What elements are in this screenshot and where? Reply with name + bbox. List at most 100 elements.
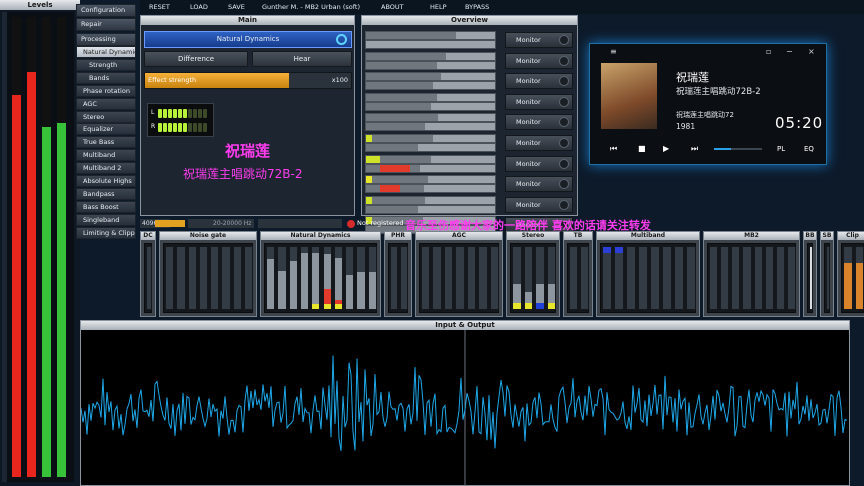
module-grid (144, 243, 152, 313)
effect-strength-label: Effect strength (148, 76, 197, 84)
volume-slider[interactable] (714, 148, 762, 150)
module-panel-10[interactable]: SB (820, 231, 834, 317)
menu-load[interactable]: LOAD (190, 0, 208, 14)
nav-item-10[interactable]: Absolute Highs (76, 175, 136, 187)
overview-meter-fill (366, 135, 434, 142)
mini-icon[interactable]: ▫ (766, 47, 771, 56)
nav-processing[interactable]: Processing (76, 33, 136, 46)
module-band (210, 246, 220, 310)
levels-scale (2, 12, 7, 482)
nav-item-8[interactable]: Multiband (76, 149, 136, 162)
monitor-button[interactable]: Monitor (505, 52, 573, 69)
module-band (277, 246, 287, 310)
module-band (686, 246, 696, 310)
monitor-button[interactable]: Monitor (505, 32, 573, 48)
nav-item-7[interactable]: True Bass (76, 136, 136, 149)
module-band (650, 246, 660, 310)
menu-save[interactable]: SAVE (228, 0, 245, 14)
module-panel-11[interactable]: Clip (837, 231, 864, 317)
nav-item-1[interactable]: Strength (76, 58, 136, 71)
module-panel-4[interactable]: AGC (415, 231, 503, 317)
status-meter (258, 219, 342, 228)
module-panel-1[interactable]: Noise gate (159, 231, 257, 317)
nav-item-13[interactable]: Singleband (76, 213, 136, 226)
nav-item-9[interactable]: Multiband 2 (76, 162, 136, 175)
menu-preset-name[interactable]: Gunther M. - MB2 Urban (soft) (262, 0, 360, 14)
eq-button[interactable]: EQ (804, 145, 814, 153)
module-panel-2[interactable]: Natural Dynamics (260, 231, 381, 317)
player-subtitle: 祝瑞莲主唱跳动72B-2 (676, 87, 761, 97)
monitor-button[interactable]: Monitor (505, 114, 573, 131)
overview-meter-fill (366, 176, 428, 184)
nav-item-14[interactable]: Limiting & Clipping (76, 226, 136, 239)
nav-item-12[interactable]: Bass Boost (76, 200, 136, 213)
minimize-icon[interactable]: − (786, 47, 793, 56)
menu-help[interactable]: HELP (430, 0, 447, 14)
preset-button[interactable]: Natural Dynamics (144, 31, 352, 48)
menu-bypass[interactable]: BYPASS (465, 0, 489, 14)
module-panel-6[interactable]: TB (563, 231, 593, 317)
monitor-button[interactable]: Monitor (505, 155, 573, 172)
levels-title: Levels (0, 0, 80, 10)
module-panel-8[interactable]: MB2 (703, 231, 800, 317)
close-icon[interactable]: × (808, 47, 815, 56)
module-panel-5[interactable]: Stereo (506, 231, 560, 317)
module-panel-3[interactable]: PHR (384, 231, 412, 317)
nav-item-5[interactable]: Stereo (76, 110, 136, 123)
module-grid (600, 243, 696, 313)
overview-meter (365, 134, 496, 143)
module-panel-9[interactable]: BB (803, 231, 817, 317)
stop-icon[interactable]: ■ (638, 144, 646, 153)
monitor-button[interactable]: Monitor (505, 135, 573, 151)
monitor-button[interactable]: Monitor (505, 73, 573, 90)
module-band (580, 246, 589, 310)
monitor-button[interactable]: Monitor (505, 196, 573, 213)
module-band (299, 246, 310, 310)
led (158, 109, 162, 118)
menu-about[interactable]: ABOUT (381, 0, 404, 14)
led (183, 123, 187, 132)
nav-repair[interactable]: Repair (76, 18, 136, 31)
nav-item-11[interactable]: Bandpass (76, 187, 136, 200)
module-band-fill (289, 260, 297, 309)
nav-item-3[interactable]: Phase rotation (76, 84, 136, 97)
menu-icon[interactable]: ≡ (610, 47, 617, 56)
pl-button[interactable]: PL (777, 145, 785, 153)
overview-meter (365, 60, 496, 70)
module-band (333, 246, 344, 310)
next-icon[interactable]: ⏭ (691, 144, 698, 154)
menu-bar (140, 0, 864, 14)
media-player: ≡ ▫ − × 祝瑞莲 祝瑞莲主唱跳动72B-2 祝瑞莲主唱跳动72 1981 … (589, 43, 827, 165)
overview-meter-fill (366, 144, 418, 151)
prev-icon[interactable]: ⏮ (610, 144, 617, 154)
module-band (731, 246, 741, 310)
module-band (198, 246, 208, 310)
difference-button[interactable]: Difference (144, 51, 248, 67)
module-band-top (615, 247, 623, 254)
nav-item-4[interactable]: AGC (76, 97, 136, 110)
module-band (165, 246, 175, 310)
nav-configuration[interactable]: Configuration (76, 4, 136, 17)
level-bar-1 (12, 17, 21, 477)
module-panel-7[interactable]: Multiband (596, 231, 700, 317)
led (188, 109, 192, 118)
menu-reset[interactable]: RESET (149, 0, 170, 14)
module-band (266, 246, 276, 310)
monitor-button[interactable]: Monitor (505, 176, 573, 193)
effect-strength-slider[interactable]: Effect strength x100 (144, 72, 352, 89)
module-title-4: AGC (416, 232, 502, 240)
module-band (775, 246, 785, 310)
module-band (489, 246, 499, 310)
module-band (826, 246, 830, 310)
module-band-low (513, 302, 521, 309)
overview-meter (365, 81, 496, 91)
hear-button[interactable]: Hear (252, 51, 352, 67)
module-panel-0[interactable]: DC (140, 231, 156, 317)
monitor-button[interactable]: Monitor (505, 93, 573, 110)
nav-item-0[interactable]: Natural Dynamics (76, 46, 136, 58)
play-icon[interactable]: ▶ (663, 144, 669, 153)
nav-item-6[interactable]: Equalizer (76, 123, 136, 136)
overview-meter (365, 40, 496, 49)
led (173, 123, 177, 132)
nav-item-2[interactable]: Bands (76, 71, 136, 84)
